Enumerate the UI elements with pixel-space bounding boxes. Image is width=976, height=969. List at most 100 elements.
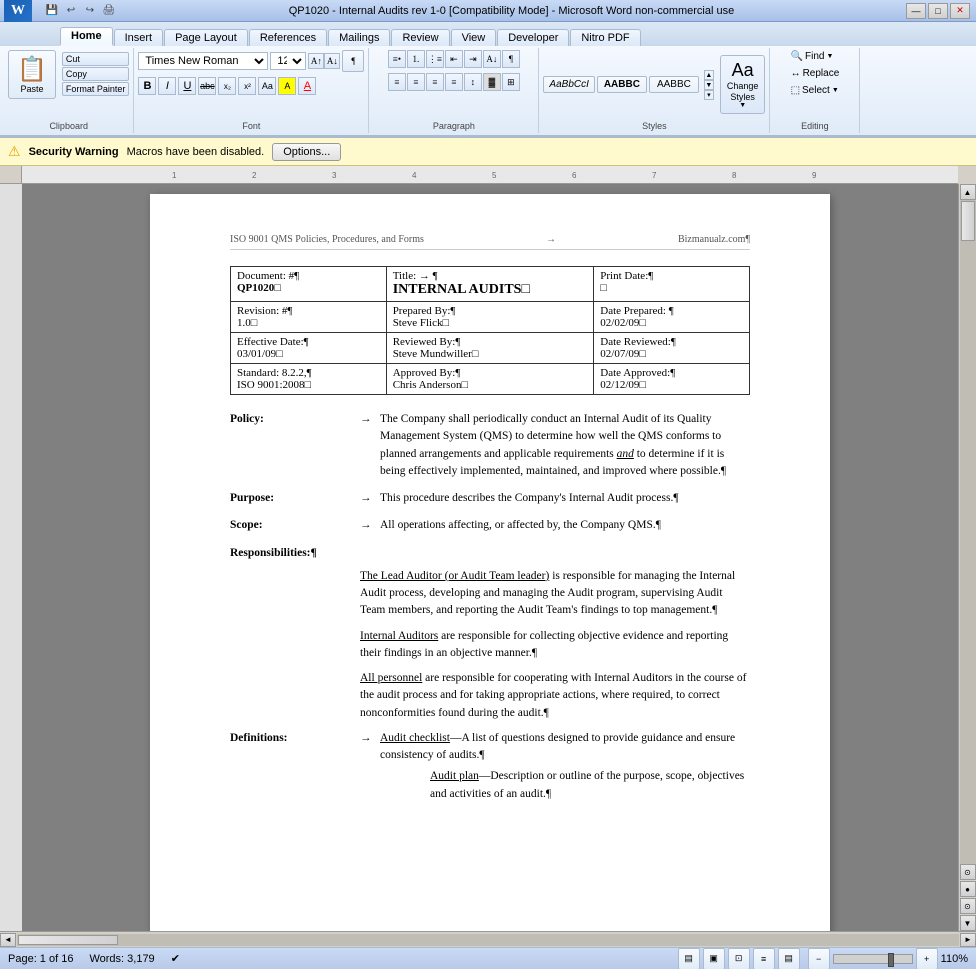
bullets-button[interactable]: ≡• [388,50,406,68]
save-qa-button[interactable]: 💾 [44,3,60,19]
italic-button[interactable]: I [158,77,176,95]
strikethrough-button[interactable]: abc [198,77,216,95]
scroll-right-button[interactable]: ► [960,933,976,947]
find-button[interactable]: 🔍 Find ▼ [789,50,836,63]
security-warning-label: Security Warning [29,146,119,158]
shading-button[interactable]: ▓ [483,73,501,91]
security-warning-bar: ⚠ Security Warning Macros have been disa… [0,138,976,166]
decrease-font-button[interactable]: A↓ [324,53,340,69]
change-styles-button[interactable]: Aa ChangeStyles ▼ [720,55,766,115]
scroll-left-button[interactable]: ◄ [0,933,16,947]
maximize-button[interactable]: □ [928,3,948,19]
window-controls: — □ ✕ [906,3,970,19]
cut-button[interactable]: Cut [62,52,130,66]
view-web-button[interactable]: ⊡ [728,948,750,969]
undo-qa-button[interactable]: ↩ [63,3,79,19]
replace-icon: ↔ [791,68,801,79]
align-center-button[interactable]: ≡ [407,73,425,91]
align-right-button[interactable]: ≡ [426,73,444,91]
select-browse-button[interactable]: ● [960,881,976,897]
styles-scroll-up[interactable]: ▲ [704,70,714,80]
tab-review[interactable]: Review [391,29,449,46]
sort-button[interactable]: A↓ [483,50,501,68]
zoom-slider[interactable] [833,954,913,964]
styles-scroll-down[interactable]: ▼ [704,80,714,90]
view-outline-button[interactable]: ≡ [753,948,775,969]
change-case-button[interactable]: Aa [258,77,276,95]
subscript-button[interactable]: x₂ [218,77,236,95]
underline-button[interactable]: U [178,77,196,95]
print-qa-button[interactable]: 🖨 [101,3,117,19]
replace-button[interactable]: ↔ Replace [789,67,842,80]
prev-page-button[interactable]: ⊙ [960,864,976,880]
change-styles-dropdown-icon: ▼ [739,102,746,109]
document-scroll-area[interactable]: ISO 9001 QMS Policies, Procedures, and F… [22,184,958,931]
font-size-select[interactable]: 12 [270,52,306,70]
definitions-header: Definitions: → Audit checklist—A list of… [230,730,750,765]
show-hide-button[interactable]: ¶ [502,50,520,68]
style-heading2[interactable]: AABBC [649,76,699,93]
close-button[interactable]: ✕ [950,3,970,19]
scroll-up-button[interactable]: ▲ [960,184,976,200]
change-styles-label: ChangeStyles [727,81,759,103]
view-fullscreen-button[interactable]: ▣ [703,948,725,969]
view-print-button[interactable]: ▤ [678,948,700,969]
policy-label: Policy: [230,411,360,480]
paste-button[interactable]: 📋 Paste [8,50,56,99]
justify-button[interactable]: ≡ [445,73,463,91]
bold-button[interactable]: B [138,77,156,95]
h-scroll-track[interactable] [17,934,959,946]
warning-icon: ⚠ [8,143,21,160]
style-heading1[interactable]: AABBC [597,76,647,93]
line-spacing-button[interactable]: ↕ [464,73,482,91]
align-left-button[interactable]: ≡ [388,73,406,91]
tab-home[interactable]: Home [60,27,113,46]
ruler-right-spacer [958,166,976,184]
scroll-thumb[interactable] [961,201,975,241]
text-highlight-button[interactable]: A [278,77,296,95]
superscript-button[interactable]: x² [238,77,256,95]
numbering-button[interactable]: 1. [407,50,425,68]
font-color-button[interactable]: A [298,77,316,95]
vertical-scrollbar[interactable]: ▲ ⊙ ● ⊙ ▼ [958,184,976,931]
view-draft-button[interactable]: ▤ [778,948,800,969]
scroll-track[interactable] [960,200,976,864]
zoom-in-button[interactable]: + [916,948,938,969]
zoom-out-button[interactable]: − [808,948,830,969]
tab-references[interactable]: References [249,29,327,46]
tab-insert[interactable]: Insert [114,29,164,46]
tab-mailings[interactable]: Mailings [328,29,390,46]
multilevel-button[interactable]: ⋮≡ [426,50,444,68]
horizontal-scrollbar[interactable]: ◄ ► [0,931,976,947]
editing-group: 🔍 Find ▼ ↔ Replace ⬚ Select ▼ Editing [770,48,860,133]
h-scroll-thumb[interactable] [18,935,118,945]
options-button[interactable]: Options... [272,143,341,161]
table-cell-date-approved: Date Approved:¶ 02/12/09□ [594,364,750,395]
select-button[interactable]: ⬚ Select ▼ [789,84,841,97]
select-icon: ⬚ [791,85,800,96]
minimize-button[interactable]: — [906,3,926,19]
increase-font-button[interactable]: A↑ [308,53,324,69]
responsibilities-block-3: All personnel are responsible for cooper… [360,670,750,722]
copy-button[interactable]: Copy [62,67,130,81]
zoom-thumb[interactable] [888,953,894,967]
policy-section: Policy: → The Company shall periodically… [230,411,750,480]
format-painter-button[interactable]: Format Painter [62,82,130,96]
increase-indent-button[interactable]: ⇥ [464,50,482,68]
tab-nitro-pdf[interactable]: Nitro PDF [570,29,640,46]
clear-formatting-button[interactable]: ¶ [342,50,364,72]
font-name-select[interactable]: Times New Roman [138,52,268,70]
definitions-block-2: Audit plan—Description or outline of the… [430,768,750,803]
next-page-button[interactable]: ⊙ [960,898,976,914]
style-emphasis[interactable]: AaBbCcI [543,76,594,93]
tab-page-layout[interactable]: Page Layout [164,29,248,46]
redo-qa-button[interactable]: ↪ [82,3,98,19]
svg-text:9: 9 [812,171,817,180]
scroll-down-button[interactable]: ▼ [960,915,976,931]
tab-developer[interactable]: Developer [497,29,569,46]
borders-button[interactable]: ⊞ [502,73,520,91]
tab-view[interactable]: View [451,29,497,46]
definitions-section: Definitions: → Audit checklist—A list of… [230,730,750,803]
styles-expand[interactable]: ▾ [704,90,714,100]
decrease-indent-button[interactable]: ⇤ [445,50,463,68]
